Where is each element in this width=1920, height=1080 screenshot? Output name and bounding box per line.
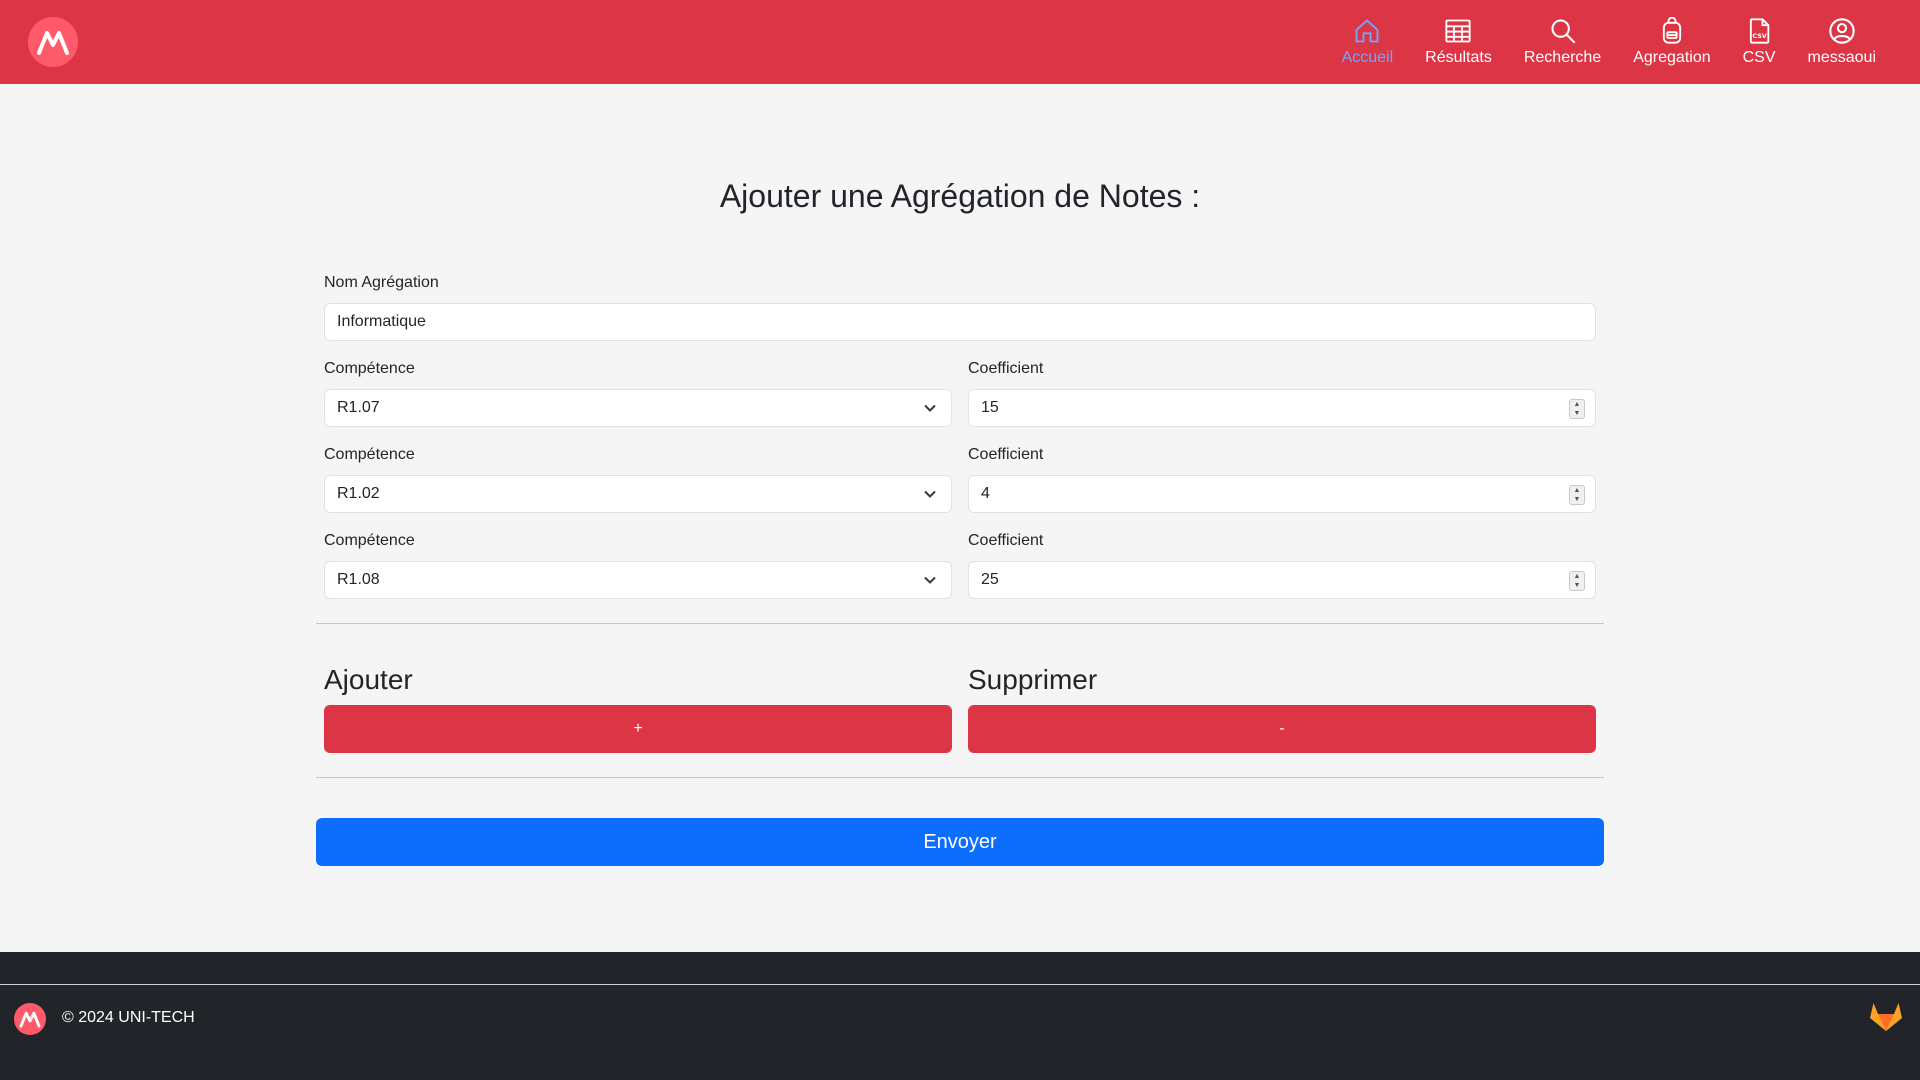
user-circle-icon [1829, 18, 1855, 44]
gitlab-icon[interactable] [1868, 999, 1904, 1033]
nav-label-agregation: Agregation [1633, 49, 1711, 66]
spin-down-icon[interactable]: ▼ [1574, 582, 1581, 590]
nav-item-accueil[interactable]: Accueil [1326, 0, 1410, 84]
coefficient-input[interactable]: 25 ▲ ▼ [968, 561, 1596, 599]
spin-down-icon[interactable]: ▼ [1574, 410, 1581, 418]
coefficient-label: Coefficient [968, 532, 1044, 549]
nav-item-recherche[interactable]: Recherche [1508, 0, 1617, 84]
competence-select[interactable]: R1.07 [324, 389, 952, 427]
coefficient-label: Coefficient [968, 360, 1044, 377]
svg-text:CSV: CSV [1752, 32, 1766, 40]
top-navbar: Accueil Résultats Recherche Agregation C… [0, 0, 1920, 84]
table-icon [1445, 19, 1472, 43]
coefficient-input[interactable]: 15 ▲ ▼ [968, 389, 1596, 427]
remove-row-button[interactable]: - [968, 705, 1596, 753]
nav-label-accueil: Accueil [1341, 49, 1394, 66]
footer-band [0, 952, 1920, 984]
footer: © 2024 UNI-TECH [0, 985, 1920, 1080]
nav-item-csv[interactable]: CSV CSV [1727, 0, 1792, 84]
coefficient-value: 15 [981, 399, 999, 416]
logo[interactable] [28, 17, 78, 67]
spin-down-icon[interactable]: ▼ [1574, 496, 1581, 504]
nav-menu: Accueil Résultats Recherche Agregation C… [1326, 0, 1892, 84]
page-title: Ajouter une Agrégation de Notes : [719, 178, 1201, 214]
competence-label: Compétence [324, 446, 415, 463]
remove-heading: Supprimer [968, 664, 1098, 695]
nav-item-resultats[interactable]: Résultats [1409, 0, 1508, 84]
competence-label: Compétence [324, 360, 415, 377]
home-icon [1355, 19, 1379, 43]
competence-select[interactable]: R1.02 [324, 475, 952, 513]
competence-select-value: R1.08 [337, 571, 380, 588]
divider [316, 623, 1604, 624]
coefficient-value: 25 [981, 571, 999, 588]
nav-label-csv: CSV [1742, 49, 1776, 66]
competence-select-value: R1.07 [337, 399, 380, 416]
nav-item-agregation[interactable]: Agregation [1617, 0, 1726, 84]
footer-logo[interactable] [14, 1003, 46, 1035]
nav-label-user: messaoui [1807, 49, 1876, 66]
number-spinner[interactable]: ▲ ▼ [1569, 571, 1585, 591]
chevron-down-icon [924, 576, 936, 584]
chevron-down-icon [924, 404, 936, 412]
logo-icon [19, 1011, 41, 1028]
submit-button[interactable]: Envoyer [316, 818, 1604, 866]
competence-select-value: R1.02 [337, 485, 380, 502]
aggregation-name-value: Informatique [337, 313, 426, 330]
competence-select[interactable]: R1.08 [324, 561, 952, 599]
spin-up-icon[interactable]: ▲ [1574, 487, 1581, 495]
coefficient-input[interactable]: 4 ▲ ▼ [968, 475, 1596, 513]
nav-label-resultats: Résultats [1425, 49, 1492, 66]
spin-up-icon[interactable]: ▲ [1574, 401, 1581, 409]
nav-item-user[interactable]: messaoui [1792, 0, 1892, 84]
add-row-button[interactable]: + [324, 705, 952, 753]
coefficient-value: 4 [981, 485, 990, 502]
divider [316, 777, 1604, 778]
backpack-icon [1662, 17, 1682, 44]
csv-file-icon: CSV [1749, 18, 1770, 44]
number-spinner[interactable]: ▲ ▼ [1569, 485, 1585, 505]
number-spinner[interactable]: ▲ ▼ [1569, 399, 1585, 419]
logo-icon [37, 31, 69, 55]
aggregation-name-label: Nom Agrégation [324, 274, 439, 291]
chevron-down-icon [924, 490, 936, 498]
spin-up-icon[interactable]: ▲ [1574, 573, 1581, 581]
nav-label-recherche: Recherche [1523, 49, 1602, 66]
competence-label: Compétence [324, 532, 415, 549]
copyright-text: © 2024 UNI-TECH [62, 1009, 195, 1026]
add-heading: Ajouter [324, 664, 413, 695]
aggregation-name-input[interactable]: Informatique [324, 303, 1596, 341]
search-icon [1550, 19, 1575, 44]
coefficient-label: Coefficient [968, 446, 1044, 463]
